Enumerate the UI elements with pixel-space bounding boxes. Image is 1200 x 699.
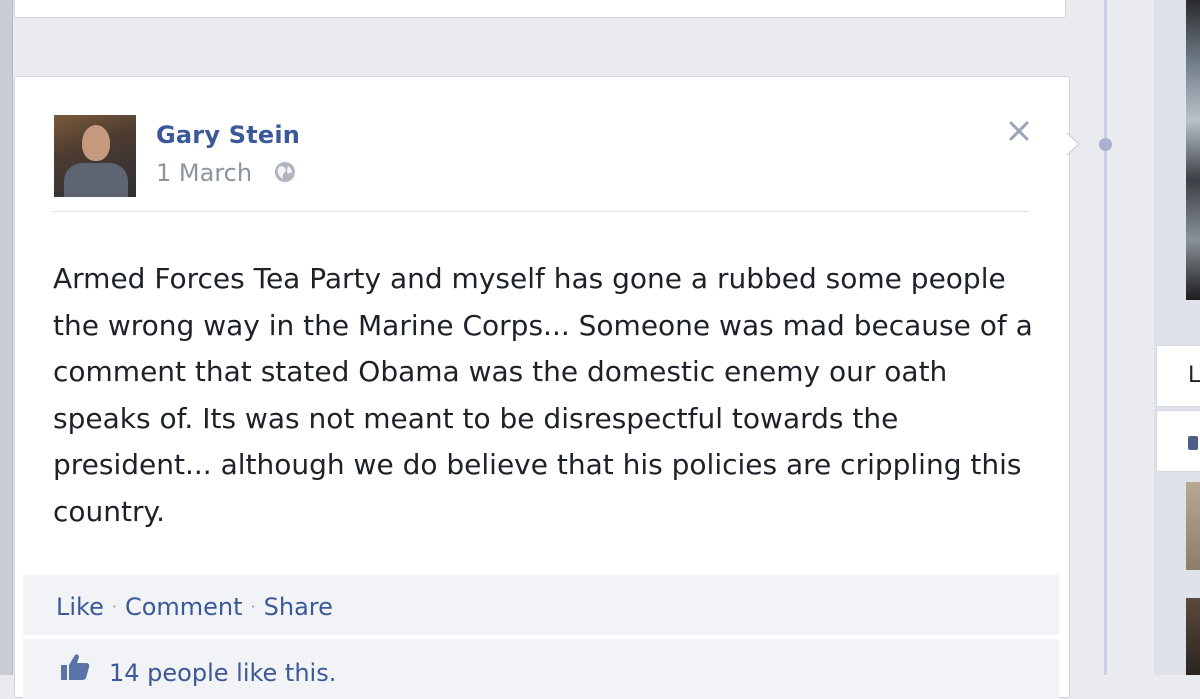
close-icon[interactable]: [1005, 117, 1033, 145]
post-actions-bar: Like · Comment · Share: [23, 575, 1059, 635]
right-photo[interactable]: [1186, 482, 1200, 570]
right-photo[interactable]: [1186, 598, 1200, 675]
header-divider: [53, 211, 1029, 212]
globe-icon[interactable]: [274, 161, 296, 183]
right-box-icon: [1188, 436, 1198, 450]
timeline-spine: [1104, 0, 1107, 675]
comment-link[interactable]: Comment: [125, 593, 243, 621]
action-separator: ·: [250, 597, 256, 616]
avatar-head: [82, 125, 110, 161]
action-separator: ·: [111, 597, 117, 616]
post-pointer-fill: [1066, 133, 1078, 155]
post-card: Gary Stein 1 March Armed Forces Tea Part…: [14, 76, 1070, 699]
left-edge-strip: [0, 0, 13, 675]
author-name-link[interactable]: Gary Stein: [156, 121, 300, 149]
right-box-label: L: [1188, 363, 1200, 388]
avatar-body: [64, 163, 128, 197]
right-photo[interactable]: [1186, 0, 1200, 300]
share-link[interactable]: Share: [264, 593, 333, 621]
likes-count-link[interactable]: 14 people like this.: [109, 659, 336, 687]
post-actions: Like · Comment · Share: [56, 593, 333, 621]
like-link[interactable]: Like: [56, 593, 104, 621]
timeline-dot: [1099, 138, 1112, 151]
previous-post-card: [14, 0, 1066, 18]
post-date-link[interactable]: 1 March: [156, 159, 252, 187]
likes-row: 14 people like this.: [23, 639, 1059, 699]
avatar[interactable]: [54, 115, 136, 197]
thumbs-up-icon: [61, 654, 90, 680]
post-text: Armed Forces Tea Party and myself has go…: [53, 262, 1033, 528]
